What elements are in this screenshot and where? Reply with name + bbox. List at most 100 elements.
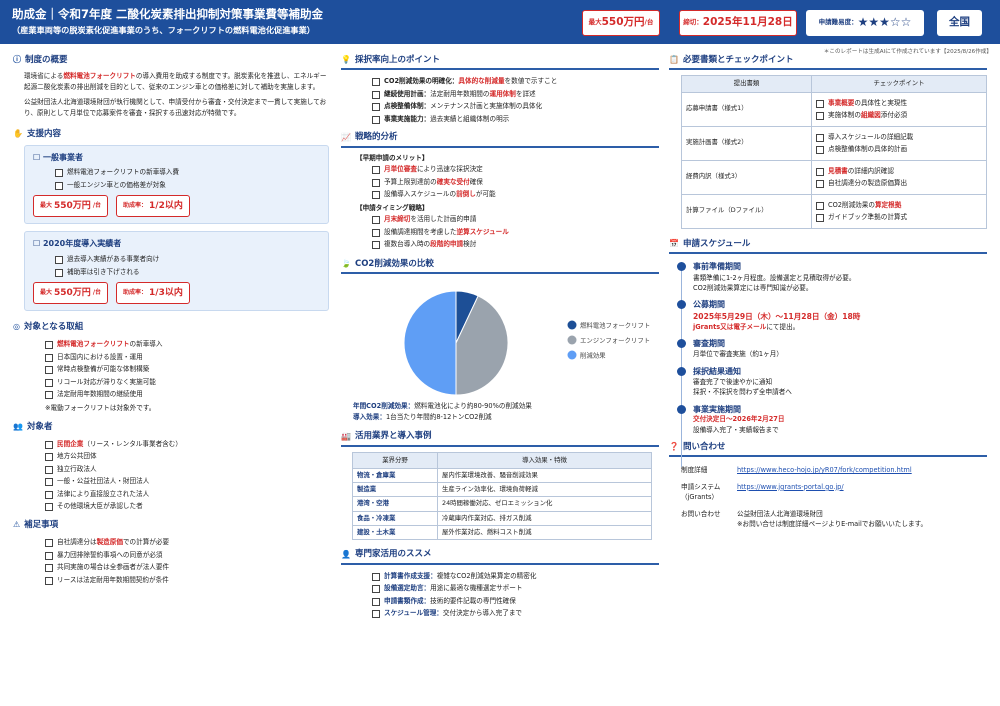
target-icon: ◎ [13,322,20,332]
pie-slice-2 [403,290,457,396]
list-item: スケジュール管理：交付決定から導入完了まで [372,607,659,620]
list-item: 継続使用計画：法定耐用年数期間の運用体制を詳述 [372,88,659,101]
legend-label-2: 削減効果 [580,351,606,360]
targets-note: ※電動フォークリフトは対象外です。 [45,403,156,412]
list-item: 独立行政法人 [45,463,329,476]
applicants-heading: 👥 対象者 [13,421,53,432]
table-row: 実施計画書（様式2） 導入スケジュールの詳細記載 点検整備体制の具体的計画 [681,125,987,161]
chart-line-icon: 📈 [341,132,351,142]
list-item: 常時点検整備が可能な体制構築 [45,363,329,376]
list-item: 設備調達期間を考慮した逆算スケジュール [372,226,659,239]
overview-text: 環境省による燃料電池フォークリフトの導入費用を助成する制度です。脱炭素化を推進し… [24,72,327,91]
deadline-badge: 締切： 2025年11月28日 [679,10,797,36]
users-icon: 👥 [13,421,23,431]
support-2020-title: ☐ 2020年度導入実績者 [33,239,122,249]
timing-list: 月末締切を活用した計画的申請 設備調達期間を考慮した逆算スケジュール 複数台導入… [341,213,659,251]
list-item: 共同実施の場合は全参画者が法人要件 [45,561,329,574]
list-item: 自社調達分は製造原価での計算が必要 [45,536,329,549]
region-badge: 全国 [937,10,982,36]
table-row: 計算ファイル（Dファイル） CO2削減効果の算定根拠 ガイドブック準拠の計算式 [681,193,987,229]
support-general-title: ☐ 一般事業者 [33,152,83,162]
list-item: 予算上限到達前の確実な受付確保 [372,176,659,189]
contact-info: 制度詳細 https://www.heco-hojo.jp/yR07/fork/c… [681,465,928,529]
support-general-box: ☐ 一般事業者 燃料電池フォークリフトの新車導入費 一般エンジン車との価格差が対象… [24,144,329,225]
leaf-icon: 🍃 [341,259,351,269]
rate-pill: 助成率： 1/2以内 [116,195,190,218]
question-icon: ❓ [669,442,679,452]
legend-marker-2 [567,350,577,360]
schedule-heading: 📅 申請スケジュール [669,238,987,254]
co2-chart: 燃料電池フォークリフト エンジンフォークリフト 削減効果 [341,279,659,401]
warning-icon: ⚠ [13,520,21,530]
list-item: 過去導入実績がある事業者向け [55,253,320,266]
co2-heading: 🍃 CO2削減効果の比較 [341,258,659,275]
docs-heading: 📋 必要書類とチェックポイント [669,54,987,71]
list-item: 設備選定助言：用途に最適な機種選定サポート [372,582,659,595]
list-item: 実施体制の組織図添付必須 [816,109,982,122]
list-item: 計算書作成支援：複雑なCO2削減効果算定の精密化 [372,570,659,583]
max-amount-pill: 最大 550万円/台 [33,282,109,305]
list-item: 自社調達分の製造原価算出 [816,177,982,190]
info-icon: ⓘ [13,55,21,65]
timing-title: 【申請タイミング戦略】 [356,203,429,212]
intro-effect: 導入効果：1台当たり年間約8-12トンCO2削減 [353,412,492,421]
support-heading: ✋ 支援内容 [13,128,61,139]
merit-title: 【早期申請のメリット】 [356,153,429,162]
annual-effect: 年間CO2削減効果：燃料電池化により約80-90%の削減効果 [353,402,532,411]
legend-marker-0 [567,320,577,330]
list-item: 設備導入スケジュールの前倒しが可能 [372,188,659,201]
legend-marker-1 [567,335,577,345]
docs-table: 提出書類 チェックポイント 応募申請書（様式1） 事業概要の具体性と実現性 実施体制の… [681,75,987,229]
table-row: 製造業 生産ライン効率化、環境負荷軽減 [352,482,652,498]
table-row: 建設・土木業 屋外作業対応、燃料コスト削減 [352,524,652,541]
contact-heading: ❓ 問い合わせ [669,441,987,458]
list-item: 見積書の詳細内訳確認 [816,165,982,178]
bulb-icon: 💡 [341,55,351,65]
header-bar: 助成金｜令和7年度 二酸化炭素排出抑制対策事業費等補助金 （産業車両等の脱炭素化… [0,0,1000,44]
max-amount-pill: 最大 550万円/台 [33,195,109,218]
experts-list: 計算書作成支援：複雑なCO2削減効果算定の精密化 設備選定助言：用途に最適な機種… [341,570,659,620]
list-item: 日本国内における設置・運用 [45,351,329,364]
list-item: 事業実施能力：過去実績と組織体制の明示 [372,113,659,126]
list-item: 法定耐用年数期間の継続使用 [45,388,329,401]
table-row: 応募申請書（様式1） 事業概要の具体性と実現性 実施体制の組織図添付必須 [681,91,987,127]
expert-icon: 👤 [341,549,351,559]
points-heading: 💡 採択率向上のポイント [341,54,659,71]
list-item: 民間企業（リース・レンタル事業者含む） [45,438,329,451]
clipboard-icon: 📋 [669,55,679,65]
list-item: 申請書類作成：技術的要件記載の専門性確保 [372,595,659,608]
list-item: 補助率は引き下げされる [55,266,320,279]
calendar-icon: 📅 [669,238,679,248]
list-item: リースは法定耐用年数期間契約が条件 [45,574,329,587]
detail-link[interactable]: https://www.heco-hojo.jp/yR07/fork/compe… [737,465,912,476]
timeline-item: 事業実施期間 交付決定日〜2026年2月27日 設備導入完了・実績報告まで [677,404,987,435]
support-2020-box: ☐ 2020年度導入実績者 過去導入実績がある事業者向け 補助率は引き下げされる … [24,231,329,312]
table-row: 港湾・空港 24時間稼働対応、ゼロエミッション化 [352,496,652,512]
page-title: 助成金｜令和7年度 二酸化炭素排出抑制対策事業費等補助金 [12,7,324,21]
jgrants-link[interactable]: https://www.jgrants-portal.go.jp/ [737,482,844,503]
list-item: リコール対応が滞りなく実施可能 [45,376,329,389]
timeline-item: 事前準備期間 書類準備に1-2ヶ月程度。設備選定と見積取得が必要。 CO2削減効果算… [677,261,987,293]
applicants-list: 民間企業（リース・レンタル事業者含む） 地方公共団体 独立行政法人 一般・公益社… [13,438,329,513]
targets-list: 燃料電池フォークリフトの新車導入 日本国内における設置・運用 常時点検整備が可能… [13,338,329,401]
difficulty-badge: 申請難易度： ★★★☆☆ [806,10,924,36]
factory-icon: 🏭 [341,431,351,441]
industries-table: 業界分野 導入効果・特徴 物流・倉庫業 屋内作業環境改善、騒音削減効果 製造業 生産ラ… [352,451,652,541]
overview-text-2: 公益財団法人北海道環境財団が執行機関として、申請受付から審査・交付決定まで一貫し… [24,98,327,117]
table-row: 食品・冷凍業 冷蔵庫内作業対応、排ガス削減 [352,510,652,527]
legend-label-0: 燃料電池フォークリフト [580,321,650,330]
list-item: 月単位審査により迅速な採択決定 [372,163,659,176]
list-item: 複数台導入時の段階的申請検討 [372,238,659,251]
list-item: 地方公共団体 [45,450,329,463]
rate-pill: 助成率： 1/3以内 [116,282,190,305]
list-item: 導入スケジュールの詳細記載 [816,131,982,144]
targets-heading: ◎ 対象となる取組 [13,322,84,333]
supplement-heading: ⚠ 補足事項 [13,519,59,530]
list-item: 事業概要の具体性と実現性 [816,97,982,110]
pie-chart-svg: 燃料電池フォークリフトエンジンフォークリフト削減効果 [403,290,650,396]
list-item: 燃料電池フォークリフトの新車導入費 [55,166,320,179]
difficulty-stars: ★★★☆☆ [857,15,912,30]
timeline-item: 公募期間 2025年5月29日（木）〜11月28日（金）18時 jGrants又は電… [677,299,987,332]
list-item: 燃料電池フォークリフトの新車導入 [45,338,329,351]
overview-heading: ⓘ 制度の概要 [13,55,68,65]
